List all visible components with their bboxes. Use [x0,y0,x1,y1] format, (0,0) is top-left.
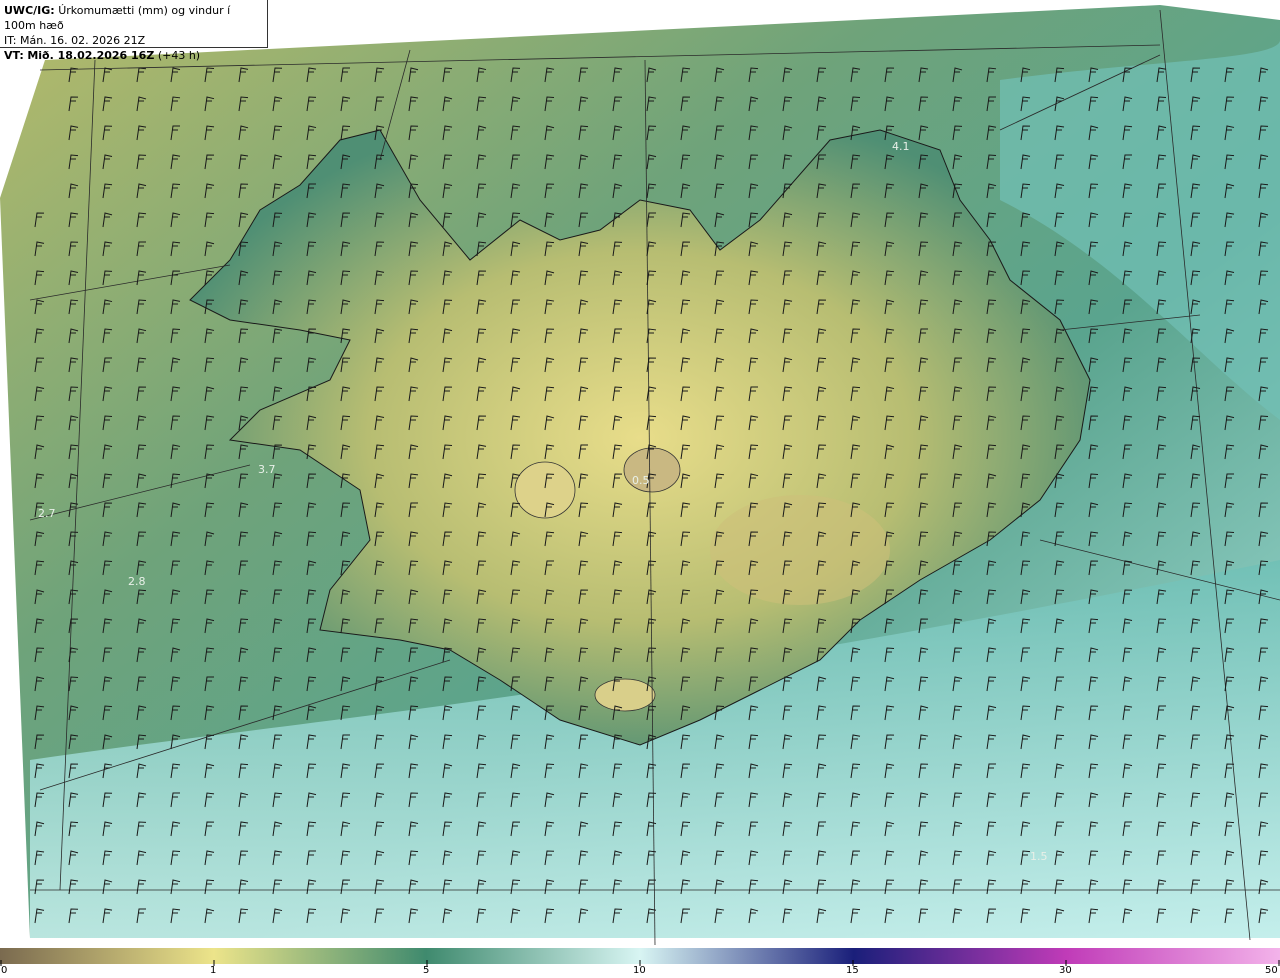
colorbar-tick: 30 [1059,965,1072,976]
map-label: 2.7 [38,507,56,520]
langjokull [514,461,576,519]
map-label: 3.7 [258,463,276,476]
colorbar-tick: 1 [210,965,217,976]
valid-label: VT: [4,49,24,62]
valid-time: Mið. 18.02.2026 16Z [27,49,155,62]
colorbar-tick: 50 [1265,965,1278,976]
colorbar-tick: 5 [423,965,430,976]
colorbar-tick: 10 [633,965,646,976]
colorbar-tick: 0 [1,965,8,976]
map-label: 2.8 [128,575,146,588]
valid-line: VT: Mið. 18.02.2026 16Z (+43 h) [4,48,263,63]
init-line: IT: Mán. 16. 02. 2026 21Z [4,33,263,48]
init-label: IT: [4,34,17,47]
map-label: 4.1 [892,140,910,153]
product-label: UWC/IG: [4,4,55,17]
forecast-info-box: UWC/IG: Úrkomumætti (mm) og vindur í 100… [0,0,268,62]
vatnajokull [710,495,890,605]
map-label: 1.5 [1030,850,1048,863]
colorbar-tick: 15 [846,965,859,976]
map-label: 0.5 [632,474,650,487]
product-line: UWC/IG: Úrkomumætti (mm) og vindur í 100… [4,3,263,33]
myrdalsjokull [594,678,656,712]
init-time: Mán. 16. 02. 2026 21Z [19,34,146,47]
weather-map: 4.1 3.7 2.7 2.8 0.5 1.5 [0,5,1280,946]
valid-offset: (+43 h) [157,49,201,62]
